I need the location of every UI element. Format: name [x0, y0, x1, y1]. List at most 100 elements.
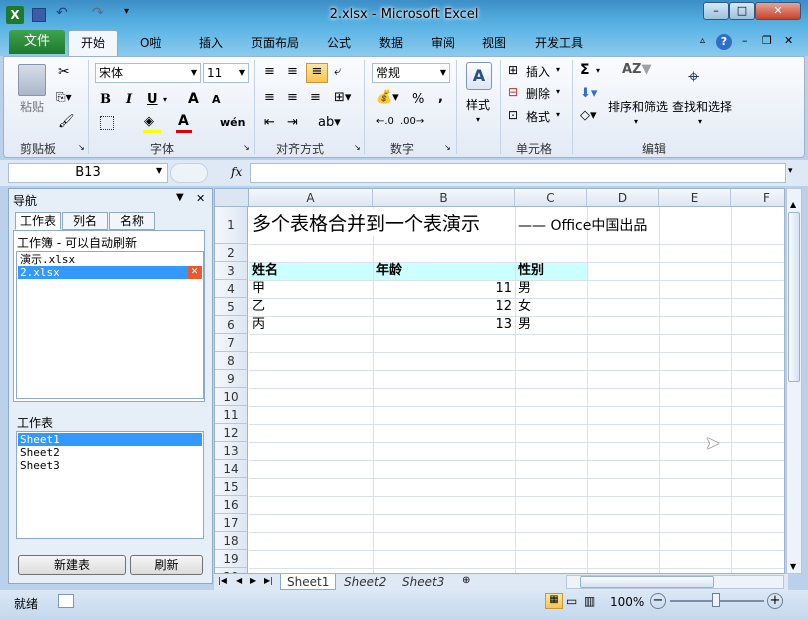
column-header[interactable]: C	[515, 189, 587, 207]
format-cells-button[interactable]: 格式	[526, 108, 550, 125]
styles-icon[interactable]: A	[466, 62, 492, 90]
tab-file[interactable]: 文件	[9, 30, 65, 54]
table-cell[interactable]: 13	[373, 316, 512, 334]
border-icon[interactable]	[100, 116, 114, 130]
tab-home[interactable]: 开始	[68, 30, 118, 57]
hscroll-thumb[interactable]	[580, 576, 714, 588]
nav-tab-sheets[interactable]: 工作表	[15, 212, 61, 230]
doc-close-icon[interactable]: ✕	[784, 34, 793, 47]
column-header[interactable]: D	[587, 189, 659, 207]
insert-sheet-icon[interactable]: ⊕	[462, 575, 470, 586]
scroll-down-icon[interactable]: ▼	[790, 562, 796, 571]
underline-dropdown-icon[interactable]: ▾	[163, 95, 167, 104]
refresh-button[interactable]: 刷新	[130, 555, 203, 575]
nav-pane-close-icon[interactable]: ✕	[196, 192, 205, 205]
tab-insert[interactable]: 插入	[199, 34, 223, 51]
percent-button[interactable]: %	[412, 92, 424, 107]
clear-icon[interactable]: ◇▾	[580, 108, 597, 123]
row-header[interactable]: 10	[215, 388, 248, 406]
table-cell[interactable]: 12	[373, 298, 512, 316]
nav-tab-columns[interactable]: 列名	[62, 212, 108, 230]
orientation-icon[interactable]: ab▾	[318, 115, 341, 130]
align-middle-icon[interactable]: ≡	[287, 64, 298, 79]
font-color-button[interactable]: A	[178, 113, 189, 129]
row-header[interactable]: 1	[215, 207, 248, 244]
sheet-subtitle-cell[interactable]: —— Office中国出品	[518, 215, 647, 235]
find-dropdown-icon[interactable]: ▾	[698, 117, 702, 126]
font-name-select[interactable]: 宋体 ▼	[95, 63, 201, 83]
scroll-up-icon[interactable]: ▲	[790, 200, 796, 209]
row-header[interactable]: 5	[215, 298, 248, 316]
table-cell[interactable]: 甲	[252, 280, 265, 298]
maximize-button[interactable]: □	[729, 2, 755, 20]
row-header[interactable]: 13	[215, 442, 248, 460]
tab-ola[interactable]: O啦	[140, 34, 161, 51]
tab-developer[interactable]: 开发工具	[535, 34, 583, 51]
formula-bar-handle[interactable]	[170, 163, 208, 183]
table-cell[interactable]: 乙	[252, 298, 265, 316]
sheet-nav-prev-icon[interactable]: ◀	[236, 576, 242, 585]
macro-record-icon[interactable]	[58, 594, 74, 608]
zoom-in-icon[interactable]: +	[767, 593, 783, 609]
clipboard-launcher-icon[interactable]: ↘	[78, 143, 85, 152]
minimize-button[interactable]: –	[703, 2, 729, 20]
insert-cells-icon[interactable]: ⊞	[508, 63, 518, 77]
row-header[interactable]: 16	[215, 496, 248, 514]
select-all-corner[interactable]	[215, 189, 249, 207]
column-header[interactable]: E	[659, 189, 731, 207]
delete-cells-button[interactable]: 删除	[526, 85, 550, 102]
cut-icon[interactable]: ✂	[58, 64, 70, 80]
sheet-title-cell[interactable]: 多个表格合并到一个表演示	[252, 209, 485, 236]
table-cell[interactable]: 男	[518, 316, 531, 334]
doc-restore-icon[interactable]: ❐	[762, 34, 772, 47]
sheet-item-selected[interactable]: Sheet1	[18, 433, 202, 446]
comma-button[interactable]: ,	[438, 90, 443, 105]
row-header[interactable]: 4	[215, 280, 248, 298]
zoom-out-icon[interactable]: −	[650, 593, 666, 609]
page-break-view-icon[interactable]: ▥	[584, 594, 595, 608]
workbook-item-selected[interactable]: 2.xlsx	[18, 266, 202, 279]
row-header[interactable]: 12	[215, 424, 248, 442]
tab-formulas[interactable]: 公式	[327, 34, 351, 51]
increase-decimal-icon[interactable]: ←.0	[376, 116, 394, 127]
delete-dropdown-icon[interactable]: ▾	[556, 87, 560, 96]
paste-icon[interactable]	[18, 64, 46, 96]
row-header[interactable]: 2	[215, 244, 248, 262]
ribbon-collapse-icon[interactable]: ▵	[700, 35, 705, 46]
font-size-select[interactable]: 11 ▼	[203, 63, 249, 83]
zoom-slider-thumb[interactable]	[712, 593, 720, 607]
row-header[interactable]: 17	[215, 514, 248, 532]
sort-filter-icon[interactable]: AZ▼	[622, 62, 654, 92]
header-cell-name[interactable]: 姓名	[252, 262, 278, 280]
doc-minimize-icon[interactable]: –	[742, 34, 748, 47]
alignment-launcher-icon[interactable]: ↘	[354, 143, 361, 152]
fx-button[interactable]: fx	[231, 165, 242, 179]
sheet-tab[interactable]: Sheet2	[338, 574, 392, 590]
currency-icon[interactable]: 💰▾	[376, 90, 399, 105]
autosum-button[interactable]: Σ	[580, 62, 590, 78]
align-bottom-icon[interactable]: ≡	[306, 63, 328, 83]
format-cells-icon[interactable]: ⊡	[508, 108, 518, 122]
help-icon[interactable]: ?	[716, 34, 732, 50]
row-header[interactable]: 14	[215, 460, 248, 478]
sheet-item[interactable]: Sheet3	[18, 459, 202, 472]
zoom-level[interactable]: 100%	[610, 595, 644, 609]
row-header[interactable]: 9	[215, 370, 248, 388]
font-launcher-icon[interactable]: ↘	[243, 143, 250, 152]
align-left-icon[interactable]: ≡	[264, 90, 275, 105]
fill-color-icon[interactable]: ◈	[144, 114, 154, 129]
formula-input[interactable]	[250, 163, 786, 183]
row-header[interactable]: 19	[215, 550, 248, 568]
new-sheet-button[interactable]: 新建表	[18, 555, 126, 575]
header-cell-age[interactable]: 年龄	[376, 262, 402, 280]
bold-button[interactable]: B	[100, 92, 111, 107]
italic-button[interactable]: I	[126, 92, 132, 107]
styles-button[interactable]: 样式	[466, 96, 490, 113]
wrap-text-icon[interactable]: ⤶	[334, 64, 341, 79]
column-header[interactable]: F	[731, 189, 784, 207]
row-header[interactable]: 11	[215, 406, 248, 424]
page-layout-view-icon[interactable]: ▭	[566, 594, 577, 608]
copy-icon[interactable]: ⎘▾	[56, 90, 72, 105]
sheet-nav-next-icon[interactable]: ▶	[250, 576, 256, 585]
column-header[interactable]: A	[249, 189, 373, 207]
